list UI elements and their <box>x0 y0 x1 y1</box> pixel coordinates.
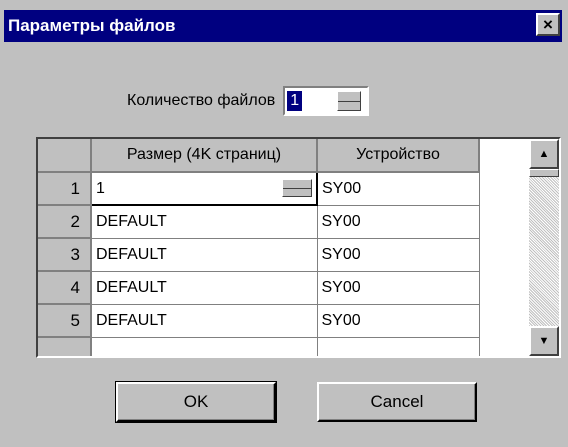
row-number-partial <box>38 337 92 356</box>
size-cell-value[interactable]: 1 <box>96 180 105 197</box>
size-cell[interactable]: DEFAULT <box>91 304 318 338</box>
vertical-scrollbar[interactable]: ▲ ▼ <box>529 139 559 356</box>
column-header-size[interactable]: Размер (4K страниц) <box>91 139 318 173</box>
table-row-partial <box>38 337 480 356</box>
ok-button[interactable]: OK <box>115 381 277 423</box>
row-number[interactable]: 3 <box>38 238 92 272</box>
row-number[interactable]: 2 <box>38 205 92 239</box>
table-row: 5 DEFAULT SY00 <box>38 304 480 338</box>
files-grid[interactable]: Размер (4K страниц) Устройство 1 1 SY00 … <box>36 137 561 358</box>
device-cell[interactable]: SY00 <box>317 205 480 239</box>
table-row: 4 DEFAULT SY00 <box>38 271 480 305</box>
device-cell-partial <box>317 337 480 356</box>
device-cell[interactable]: SY00 <box>317 271 480 305</box>
size-spin-buttons[interactable] <box>282 179 312 197</box>
file-count-row: Количество файлов 1 <box>127 86 370 116</box>
scroll-up-icon[interactable]: ▲ <box>529 139 559 169</box>
scroll-thumb[interactable] <box>529 169 559 177</box>
scroll-down-icon[interactable]: ▼ <box>529 326 559 356</box>
size-cell[interactable]: DEFAULT <box>91 238 318 272</box>
window-title: Параметры файлов <box>8 16 176 35</box>
cancel-button[interactable]: Cancel <box>317 382 477 422</box>
table-row: 2 DEFAULT SY00 <box>38 205 480 239</box>
column-header-device[interactable]: Устройство <box>317 139 480 173</box>
table-row: 3 DEFAULT SY00 <box>38 238 480 272</box>
size-cell-partial <box>91 337 318 356</box>
header-row: Размер (4K страниц) Устройство <box>38 139 480 173</box>
size-cell[interactable]: DEFAULT <box>91 271 318 305</box>
scroll-track[interactable] <box>529 177 559 326</box>
file-count-value[interactable]: 1 <box>287 91 303 111</box>
title-bar[interactable]: Параметры файлов × <box>4 10 562 42</box>
spin-down-icon[interactable] <box>338 102 360 111</box>
size-cell-editor[interactable]: 1 <box>90 171 318 206</box>
file-count-spin-buttons[interactable] <box>337 91 362 111</box>
device-cell[interactable]: SY00 <box>317 172 480 206</box>
close-icon[interactable]: × <box>536 13 560 36</box>
file-count-label: Количество файлов <box>127 92 276 109</box>
corner-header <box>38 139 92 173</box>
spin-up-icon[interactable] <box>338 92 361 102</box>
table-row: 1 1 SY00 <box>38 171 480 206</box>
files-table: Размер (4K страниц) Устройство 1 1 SY00 … <box>38 139 480 356</box>
row-number[interactable]: 5 <box>38 304 92 338</box>
file-parameters-dialog: Параметры файлов × Количество файлов 1 Р… <box>0 0 568 447</box>
device-cell[interactable]: SY00 <box>317 238 480 272</box>
spin-down-icon[interactable] <box>283 189 311 197</box>
row-number[interactable]: 1 <box>38 172 92 206</box>
device-cell[interactable]: SY00 <box>317 304 480 338</box>
spin-up-icon[interactable] <box>283 180 311 189</box>
row-number[interactable]: 4 <box>38 271 92 305</box>
file-count-stepper[interactable]: 1 <box>283 86 370 116</box>
size-cell[interactable]: DEFAULT <box>91 205 318 239</box>
